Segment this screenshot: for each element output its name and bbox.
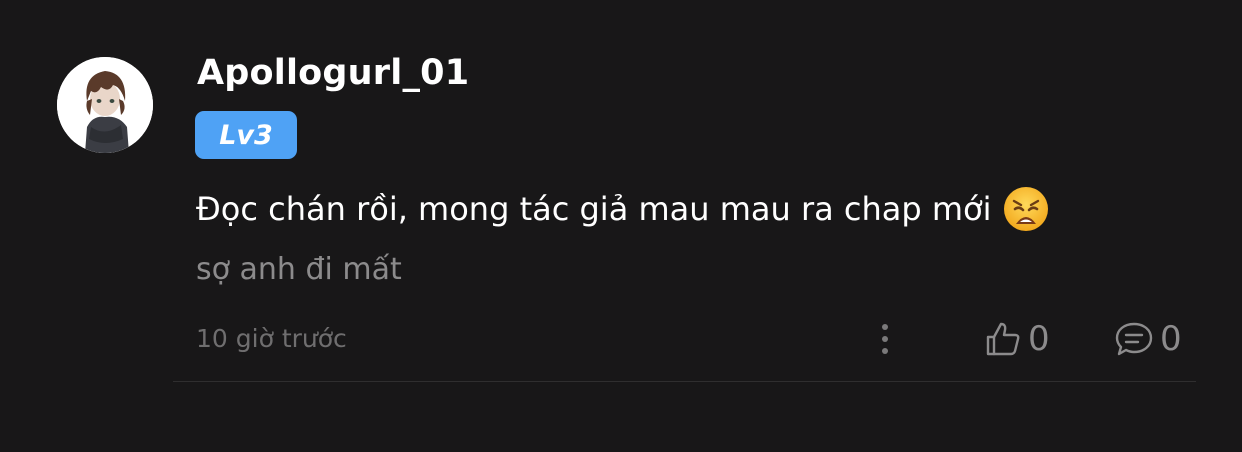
timestamp: 10 giờ trước bbox=[196, 324, 347, 353]
like-count: 0 bbox=[1028, 319, 1050, 359]
thumbs-up-icon bbox=[986, 322, 1020, 356]
comment-text: Đọc chán rồi, mong tác giả mau mau ra ch… bbox=[196, 190, 992, 228]
like-button[interactable]: 0 bbox=[984, 314, 1050, 364]
more-vertical-icon bbox=[882, 324, 888, 354]
comment-bubble-icon bbox=[1115, 322, 1153, 356]
reply-button[interactable]: 0 bbox=[1114, 314, 1182, 364]
quoted-text: sợ anh đi mất bbox=[196, 252, 402, 287]
weary-face-icon bbox=[1004, 187, 1049, 231]
level-badge: Lv3 bbox=[195, 111, 297, 159]
avatar-illustration bbox=[57, 57, 153, 153]
comment-body: Đọc chán rồi, mong tác giả mau mau ra ch… bbox=[196, 186, 1049, 232]
more-options-button[interactable] bbox=[866, 318, 904, 360]
user-avatar[interactable] bbox=[57, 57, 153, 153]
reply-count: 0 bbox=[1160, 319, 1182, 359]
username[interactable]: Apollogurl_01 bbox=[197, 53, 469, 93]
divider bbox=[173, 381, 1196, 382]
